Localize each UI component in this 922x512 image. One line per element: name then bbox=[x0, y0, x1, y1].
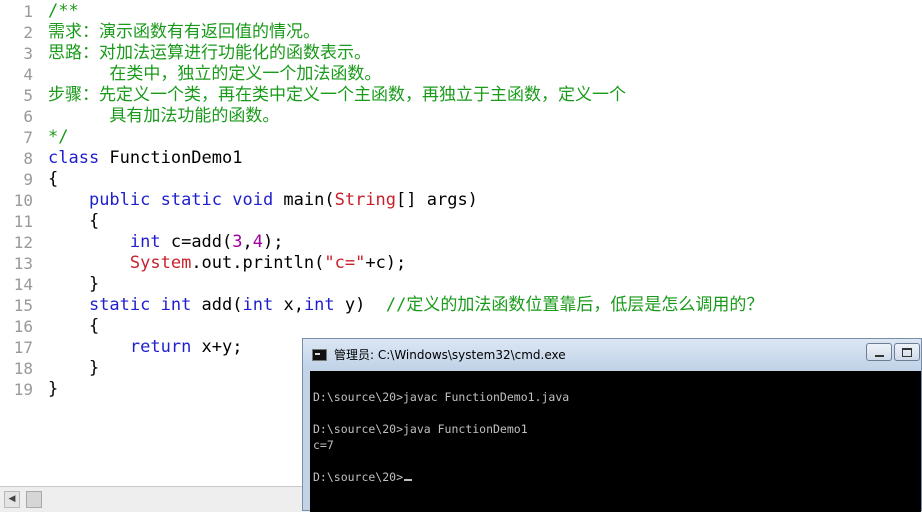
line-number: 9 bbox=[23, 170, 33, 189]
code-token: x, bbox=[273, 295, 304, 315]
code-token: 需求：演示函数有有返回值的情况。 bbox=[48, 22, 320, 42]
scroll-thumb[interactable] bbox=[26, 491, 42, 508]
code-token: { bbox=[48, 211, 100, 231]
scroll-left-button[interactable]: ◀ bbox=[4, 491, 20, 508]
code-token: String bbox=[334, 190, 397, 210]
code-token: y) bbox=[334, 295, 386, 315]
code-token: .out.println( bbox=[191, 253, 325, 273]
console-output[interactable]: D:\source\20>javac FunctionDemo1.java D:\… bbox=[310, 371, 921, 512]
code-token: public static void bbox=[88, 190, 274, 210]
maximize-button[interactable] bbox=[894, 343, 920, 361]
code-token: int bbox=[303, 295, 335, 315]
code-text: class FunctionDemo1 bbox=[48, 148, 242, 169]
code-text: { bbox=[48, 316, 99, 337]
console-line: D:\source\20> bbox=[313, 469, 413, 485]
code-text: public static void main(String[] args) bbox=[48, 190, 478, 211]
code-token: return bbox=[129, 337, 192, 357]
code-text: 具有加法功能的函数。 bbox=[48, 106, 279, 127]
code-text: } bbox=[48, 379, 58, 400]
code-token: main( bbox=[273, 190, 335, 210]
console-line: D:\source\20>javac FunctionDemo1.java bbox=[313, 390, 570, 404]
code-text: static int add(int x,int y) //定义的加法函数位置靠… bbox=[48, 295, 763, 316]
line-number: 17 bbox=[13, 338, 33, 357]
line-number: 14 bbox=[13, 275, 33, 294]
code-token: x+y; bbox=[191, 337, 243, 357]
code-text: /** bbox=[48, 1, 79, 22]
code-token: 步骤：先定义一个类，再在类中定义一个主函数，再独立于主函数，定义一个 bbox=[48, 85, 626, 105]
line-number: 6 bbox=[23, 107, 33, 126]
line-number: 16 bbox=[13, 317, 33, 336]
code-text: 步骤：先定义一个类，再在类中定义一个主函数，再独立于主函数，定义一个 bbox=[48, 85, 626, 106]
code-token: } bbox=[48, 274, 100, 294]
code-token: add( bbox=[191, 295, 243, 315]
line-number: 19 bbox=[13, 380, 33, 399]
code-token: int bbox=[242, 295, 274, 315]
cmd-window[interactable]: 管理员: C:\Windows\system32\cmd.exe D:\sour… bbox=[302, 338, 922, 512]
code-text: } bbox=[48, 274, 99, 295]
code-token: } bbox=[48, 358, 100, 378]
line-number: 1 bbox=[23, 2, 33, 21]
code-token: class bbox=[48, 148, 100, 168]
code-token: */ bbox=[48, 127, 69, 147]
console-line: D:\source\20>java FunctionDemo1 bbox=[313, 422, 528, 436]
code-text: { bbox=[48, 169, 58, 190]
cmd-title-bar[interactable]: 管理员: C:\Windows\system32\cmd.exe bbox=[303, 339, 921, 369]
code-text: int c=add(3,4); bbox=[48, 232, 284, 253]
code-token: FunctionDemo1 bbox=[99, 148, 243, 168]
line-number: 3 bbox=[23, 44, 33, 63]
console-line: c=7 bbox=[313, 438, 334, 452]
line-number: 5 bbox=[23, 86, 33, 105]
line-number: 10 bbox=[13, 191, 33, 210]
code-token: //定义的加法函数位置靠后，低层是怎么调用的？ bbox=[385, 295, 764, 315]
code-token: 4 bbox=[252, 232, 264, 252]
code-token: +c); bbox=[365, 253, 407, 273]
line-number: 4 bbox=[23, 65, 33, 84]
code-token: 具有加法功能的函数。 bbox=[48, 106, 280, 126]
code-token: static int bbox=[88, 295, 192, 315]
code-text: 需求：演示函数有有返回值的情况。 bbox=[48, 22, 320, 43]
code-text: } bbox=[48, 358, 99, 379]
line-number: 8 bbox=[23, 149, 33, 168]
code-token: 思路：对加法运算进行功能化的函数表示。 bbox=[48, 43, 371, 63]
console-icon bbox=[312, 349, 327, 361]
cmd-window-title: 管理员: C:\Windows\system32\cmd.exe bbox=[334, 348, 566, 362]
code-token: 3 bbox=[232, 232, 243, 252]
code-token: ); bbox=[263, 232, 284, 252]
code-text: System.out.println("c="+c); bbox=[48, 253, 406, 274]
code-token: { bbox=[48, 316, 100, 336]
code-token: } bbox=[48, 379, 59, 399]
code-text: { bbox=[48, 211, 99, 232]
code-token: 在类中，独立的定义一个加法函数。 bbox=[48, 64, 382, 84]
code-text: return x+y; bbox=[48, 337, 243, 358]
minimize-button[interactable] bbox=[866, 343, 892, 361]
text-cursor bbox=[404, 479, 413, 481]
code-token: int bbox=[129, 232, 161, 252]
line-number: 15 bbox=[13, 296, 33, 315]
arrow-left-icon: ◀ bbox=[8, 494, 16, 504]
line-number: 13 bbox=[13, 254, 33, 273]
code-text: 在类中，独立的定义一个加法函数。 bbox=[48, 64, 381, 85]
line-number: 12 bbox=[13, 233, 33, 252]
code-token: /** bbox=[48, 1, 79, 21]
line-number: 2 bbox=[23, 23, 33, 42]
line-number: 18 bbox=[13, 359, 33, 378]
line-number: 7 bbox=[23, 128, 33, 147]
code-token: "c=" bbox=[324, 253, 366, 273]
code-token: [] args) bbox=[396, 190, 478, 210]
code-text: 思路：对加法运算进行功能化的函数表示。 bbox=[48, 43, 371, 64]
code-text: */ bbox=[48, 127, 68, 148]
code-token: System bbox=[129, 253, 192, 273]
line-number: 11 bbox=[13, 212, 33, 231]
code-token: { bbox=[48, 169, 59, 189]
code-token: c=add( bbox=[160, 232, 233, 252]
code-token: , bbox=[242, 232, 253, 252]
